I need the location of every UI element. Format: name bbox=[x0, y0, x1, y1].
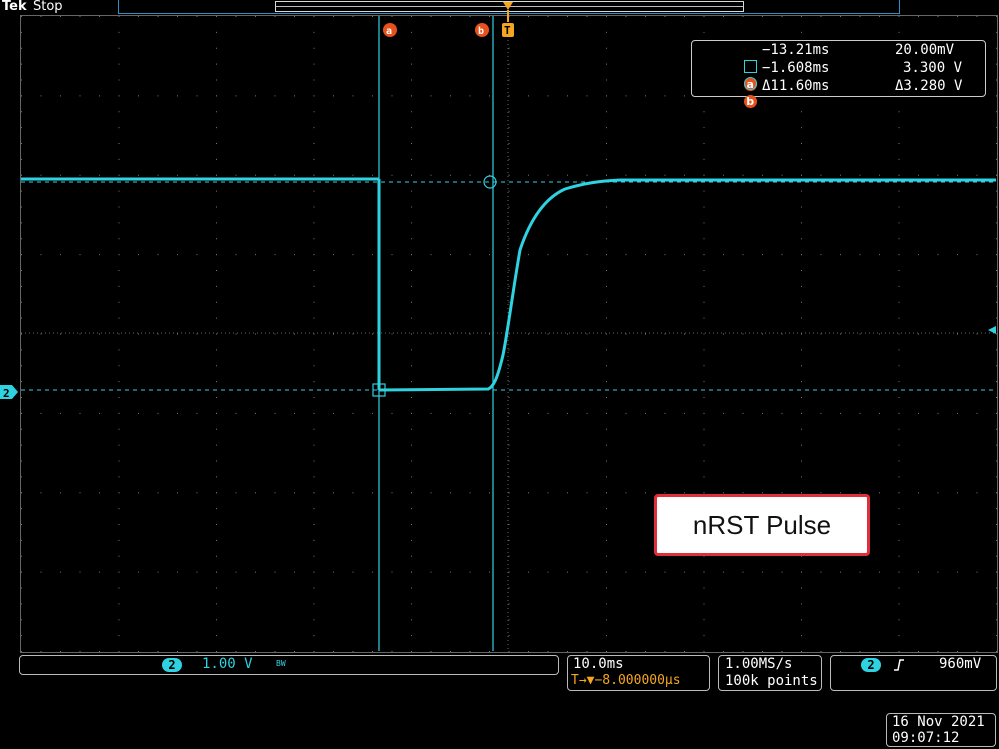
cursor-b-volt: 3.300 V bbox=[903, 60, 963, 76]
time: 09:07:12 bbox=[892, 730, 960, 746]
bandwidth-limit-indicator: BW bbox=[276, 659, 286, 668]
horizontal-panel[interactable]: 10.0ms T→▼−8.000000µs bbox=[567, 655, 710, 691]
waveform-display: 2 a b T bbox=[0, 2, 997, 652]
cursor-b-readout-badge: b bbox=[743, 95, 757, 108]
trigger-position: T→▼−8.000000µs bbox=[571, 673, 681, 688]
channel-2-ground-label: 2 bbox=[3, 387, 10, 400]
date-time-panel: 16 Nov 2021 09:07:12 bbox=[886, 713, 996, 747]
trigger-position-arrow bbox=[503, 2, 513, 10]
channel-2-panel[interactable]: 2 1.00 V BW bbox=[19, 655, 559, 675]
grid-dots bbox=[21, 16, 997, 652]
delta-volt: Δ3.280 V bbox=[895, 78, 963, 94]
rising-edge-icon bbox=[894, 659, 904, 671]
annotation-label: nRST Pulse bbox=[654, 494, 870, 556]
record-length: 100k points bbox=[725, 673, 818, 689]
trigger-level: 960mV bbox=[939, 656, 982, 672]
trigger-channel-badge: 2 bbox=[861, 658, 881, 672]
sample-rate: 1.00MS/s bbox=[725, 656, 793, 672]
delta-time: Δ11.60ms bbox=[762, 78, 830, 94]
cursor-b-badge-label: b bbox=[478, 26, 484, 37]
trigger-panel[interactable]: 2 960mV bbox=[830, 655, 997, 691]
channel-badge: 2 bbox=[162, 658, 182, 672]
cursor-a-volt: 20.00mV bbox=[895, 42, 955, 58]
date: 16 Nov 2021 bbox=[892, 714, 985, 730]
trigger-marker-label: T bbox=[504, 24, 511, 37]
acquisition-panel[interactable]: 1.00MS/s 100k points bbox=[718, 655, 822, 691]
cursor-b-time: −1.608ms bbox=[762, 60, 830, 76]
cursor-a-time: −13.21ms bbox=[762, 42, 830, 58]
cursor-a-badge-label: a bbox=[386, 26, 392, 37]
cursor-readout: a −13.21ms 20.00mV b −1.608ms 3.300 V Δ1… bbox=[691, 40, 986, 108]
timebase: 10.0ms bbox=[573, 656, 624, 672]
vertical-scale: 1.00 V bbox=[202, 656, 253, 672]
circle-icon bbox=[743, 77, 757, 90]
